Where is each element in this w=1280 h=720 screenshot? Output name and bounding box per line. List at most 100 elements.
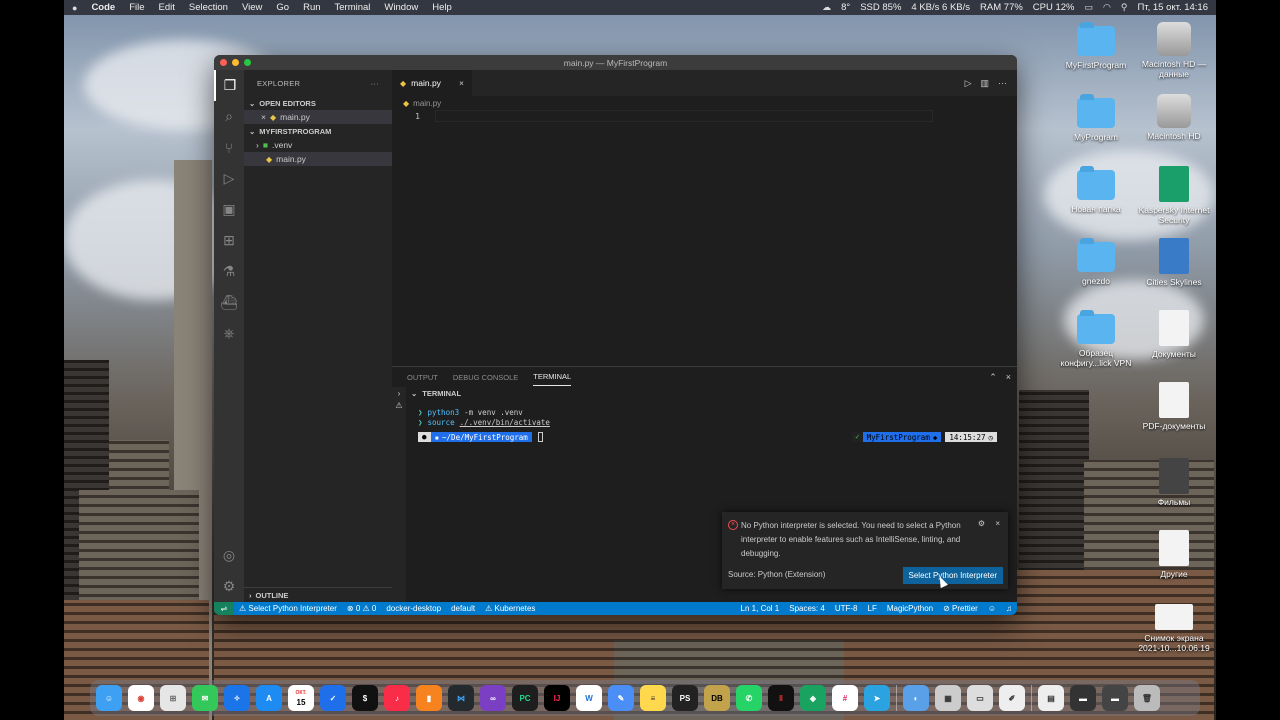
launchpad-icon[interactable]: ⊞ bbox=[160, 685, 186, 711]
desktop-drive-macintosh[interactable]: Macintosh HD bbox=[1134, 94, 1214, 141]
messages-icon[interactable]: ✉ bbox=[192, 685, 218, 711]
encoding-status[interactable]: UTF-8 bbox=[830, 604, 863, 613]
desktop-films[interactable]: Фильмы bbox=[1134, 458, 1214, 507]
tab-terminal[interactable]: TERMINAL bbox=[533, 372, 572, 386]
menu-run[interactable]: Run bbox=[303, 2, 320, 13]
desktop-app-cities[interactable]: Cities Skylines bbox=[1134, 238, 1214, 287]
language-mode-status[interactable]: MagicPython bbox=[882, 604, 938, 613]
whatsapp-icon[interactable]: ✆ bbox=[736, 685, 762, 711]
indentation-status[interactable]: Spaces: 4 bbox=[784, 604, 830, 613]
more-actions-icon[interactable]: ··· bbox=[371, 79, 379, 88]
run-file-icon[interactable]: ▷ bbox=[965, 78, 972, 89]
recent-window-icon[interactable]: ▬ bbox=[1102, 685, 1128, 711]
outline-section[interactable]: › OUTLINE bbox=[244, 588, 392, 602]
apple-icon[interactable]: ● bbox=[72, 3, 77, 13]
desktop-pdf[interactable]: PDF-документы bbox=[1134, 382, 1214, 431]
problems-status[interactable]: ⊗ 0 ⚠ 0 bbox=[342, 604, 381, 613]
music-icon[interactable]: ♪ bbox=[384, 685, 410, 711]
open-editor-item[interactable]: × ◆ main.py bbox=[244, 110, 392, 124]
close-icon[interactable]: × bbox=[995, 519, 1000, 528]
xcode-icon[interactable]: ✎ bbox=[608, 685, 634, 711]
wifi-icon[interactable]: ◠ bbox=[1103, 2, 1111, 13]
maximize-panel-icon[interactable]: ⌃ bbox=[989, 372, 997, 383]
close-panel-icon[interactable]: × bbox=[1006, 372, 1011, 383]
desktop-folder-gnezdo[interactable]: gnezdo bbox=[1056, 238, 1136, 286]
prettier-status[interactable]: ⊘ Prettier bbox=[938, 604, 983, 613]
visual-studio-icon[interactable]: ∞ bbox=[480, 685, 506, 711]
warning-icon[interactable]: ⚠ bbox=[392, 401, 406, 410]
desktop-folder-myfirstprogram[interactable]: MyFirstProgram bbox=[1056, 22, 1136, 70]
menu-window[interactable]: Window bbox=[384, 2, 418, 13]
desktop-folder-myprogram[interactable]: MyProgram bbox=[1056, 94, 1136, 142]
system-preferences-icon[interactable]: ◐ bbox=[903, 685, 929, 711]
code-line[interactable]: 1 bbox=[392, 110, 1017, 122]
chevron-right-icon[interactable]: › bbox=[392, 389, 406, 398]
kaspersky-vpn-icon[interactable]: ◈ bbox=[800, 685, 826, 711]
safari-icon[interactable]: ✧ bbox=[224, 685, 250, 711]
tree-item-venv[interactable]: › ■ .venv bbox=[244, 138, 392, 152]
explorer-icon[interactable]: ❐ bbox=[214, 70, 244, 101]
docker-context-status[interactable]: docker-desktop bbox=[381, 604, 446, 613]
vscode-icon[interactable]: ⋈ bbox=[448, 685, 474, 711]
menu-app-name[interactable]: Code bbox=[91, 2, 115, 13]
source-control-icon[interactable]: ⑂ bbox=[214, 132, 244, 163]
run-debug-icon[interactable]: ▷ bbox=[214, 163, 244, 194]
terminal-icon[interactable]: $ bbox=[352, 685, 378, 711]
select-interpreter-status[interactable]: ⚠ Select Python Interpreter bbox=[234, 604, 342, 613]
breadcrumb[interactable]: ◆ main.py bbox=[392, 96, 1017, 110]
weather-icon[interactable]: ☁ bbox=[822, 2, 831, 13]
tab-main-py[interactable]: ◆ main.py × bbox=[392, 70, 472, 96]
menu-selection[interactable]: Selection bbox=[189, 2, 228, 13]
dosbox-icon[interactable]: DB bbox=[704, 685, 730, 711]
finder-icon[interactable]: ☺ bbox=[96, 685, 122, 711]
screenshot-icon[interactable]: ▭ bbox=[967, 685, 993, 711]
search-icon[interactable]: ⌕ bbox=[214, 101, 244, 132]
downloads-icon[interactable]: ▤ bbox=[1038, 685, 1064, 711]
menu-file[interactable]: File bbox=[129, 2, 144, 13]
settings-gear-icon[interactable]: ⚙ bbox=[214, 571, 244, 602]
editor-area[interactable]: ◆ main.py × ▷ ▥ ··· ◆ main.py 1 bbox=[392, 70, 1017, 366]
calendar-icon[interactable]: ОКТ. 15 bbox=[288, 685, 314, 711]
terminal-output[interactable]: ❯ python3 -m venv .venv ❯ source ./.venv… bbox=[418, 407, 997, 442]
telegram-icon[interactable]: ➤ bbox=[864, 685, 890, 711]
intellij-icon[interactable]: IJ bbox=[544, 685, 570, 711]
preview-icon[interactable]: ▦ bbox=[935, 685, 961, 711]
menu-edit[interactable]: Edit bbox=[159, 2, 175, 13]
testing-icon[interactable]: ⚗ bbox=[214, 256, 244, 287]
cursor-position-status[interactable]: Ln 1, Col 1 bbox=[736, 604, 785, 613]
menu-terminal[interactable]: Terminal bbox=[335, 2, 371, 13]
more-actions-icon[interactable]: ··· bbox=[998, 78, 1007, 88]
tasks-icon[interactable]: ✓ bbox=[320, 685, 346, 711]
extensions-icon[interactable]: ⊞ bbox=[214, 225, 244, 256]
open-editors-section[interactable]: ⌄ OPEN EDITORS bbox=[244, 96, 392, 110]
notifications-bell-icon[interactable]: ♫ bbox=[1001, 604, 1017, 613]
split-editor-icon[interactable]: ▥ bbox=[980, 78, 989, 89]
chrome-icon[interactable]: ◉ bbox=[128, 685, 154, 711]
select-python-interpreter-button[interactable]: Select Python Interpreter bbox=[902, 567, 1003, 584]
trash-icon[interactable]: 🗑 bbox=[1134, 685, 1160, 711]
desktop-screenshot[interactable]: Снимок экрана 2021-10...10.06.19 bbox=[1134, 604, 1214, 653]
desktop-docs[interactable]: Документы bbox=[1134, 310, 1214, 359]
notes-icon[interactable]: ≡ bbox=[640, 685, 666, 711]
tab-debug-console[interactable]: DEBUG CONSOLE bbox=[453, 373, 518, 382]
slack-icon[interactable]: # bbox=[832, 685, 858, 711]
kubernetes-icon[interactable]: ⎈ bbox=[214, 318, 244, 349]
close-icon[interactable]: × bbox=[261, 112, 266, 122]
close-tab-icon[interactable]: × bbox=[459, 78, 464, 88]
docker-icon[interactable]: ⛴ bbox=[214, 287, 244, 318]
tab-output[interactable]: OUTPUT bbox=[407, 373, 438, 382]
webstorm-icon[interactable]: W bbox=[576, 685, 602, 711]
kubernetes-status[interactable]: ⚠ Kubernetes bbox=[480, 604, 540, 613]
epsxe-icon[interactable]: PS bbox=[672, 685, 698, 711]
textedit-icon[interactable]: ✐ bbox=[999, 685, 1025, 711]
app-store-icon[interactable]: A bbox=[256, 685, 282, 711]
gear-icon[interactable]: ⚙ bbox=[978, 519, 985, 528]
feedback-icon[interactable]: ☺ bbox=[983, 604, 1001, 613]
desktop-app-kaspersky[interactable]: Kaspersky Internet Security bbox=[1134, 166, 1214, 225]
desktop-folder-new[interactable]: Новая папка bbox=[1056, 166, 1136, 214]
pycharm-icon[interactable]: PC bbox=[512, 685, 538, 711]
search-icon[interactable]: ⚲ bbox=[1121, 2, 1128, 13]
project-section[interactable]: ⌄ MYFIRSTPROGRAM bbox=[244, 124, 392, 138]
remote-explorer-icon[interactable]: ▣ bbox=[214, 194, 244, 225]
namespace-status[interactable]: default bbox=[446, 604, 480, 613]
